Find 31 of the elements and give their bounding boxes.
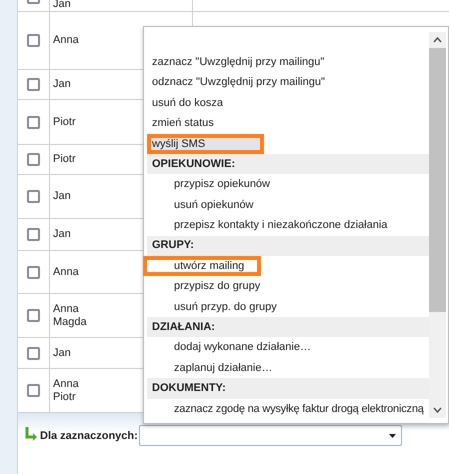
row-checkbox[interactable] (27, 190, 40, 203)
dropdown-option[interactable]: utwórz mailing (143, 256, 261, 276)
row-checkbox[interactable] (27, 346, 40, 360)
bulk-action-label: Dla zaznaczonych: (40, 429, 138, 444)
row-checkbox[interactable] (27, 34, 40, 47)
name-cell: Anna Piotr (53, 378, 79, 404)
row-checkbox[interactable] (27, 384, 40, 397)
name-cell: Jan (53, 228, 71, 241)
name-cell: Jan (53, 78, 71, 91)
row-checkbox[interactable] (27, 309, 40, 322)
row-checkbox[interactable] (27, 116, 40, 128)
row-checkbox[interactable] (27, 78, 40, 91)
row-checkbox[interactable] (27, 266, 40, 278)
name-cell: Piotr (53, 153, 76, 166)
name-cell: Piotr (53, 116, 76, 128)
row-checkbox[interactable] (27, 153, 40, 166)
group-header: DOKUMENTY: (147, 378, 429, 399)
group-header: DZIAŁANIA: (147, 317, 429, 338)
caret-icon (388, 434, 396, 438)
name-cell: Jan (53, 346, 71, 360)
turn-arrow-icon (24, 426, 38, 442)
name-cell: Anna (53, 266, 79, 278)
group-header: OPIEKUNOWIE: (147, 154, 429, 174)
name-cell: Anna (53, 34, 79, 47)
dropdown-option[interactable]: wyślij SMS (147, 134, 264, 154)
name-cell: Anna Magda (53, 302, 87, 328)
group-header: GRUPY: (147, 236, 429, 256)
scrollbar[interactable] (429, 32, 446, 418)
bulk-action-select[interactable] (138, 425, 402, 446)
name-cell: Jan (53, 190, 71, 203)
row-checkbox[interactable] (27, 228, 40, 241)
